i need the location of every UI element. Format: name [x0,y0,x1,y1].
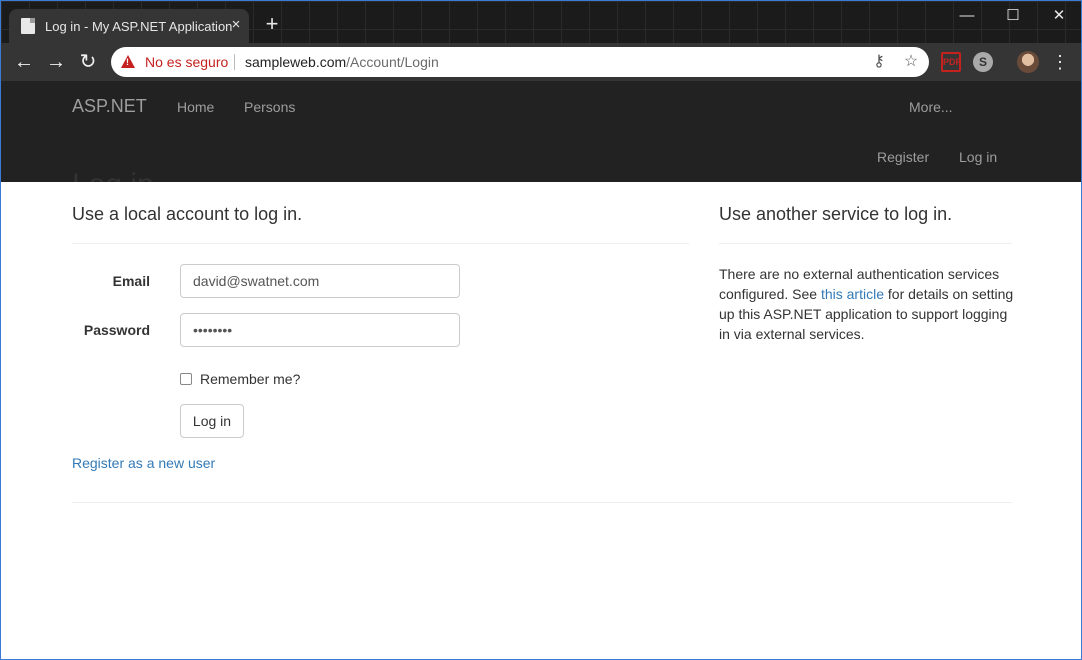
browser-window: Log in - My ASP.NET Application × + — ☐ … [0,0,1082,660]
divider [72,243,689,244]
tab-close-icon[interactable]: × [227,16,245,34]
email-label: Email [112,273,150,289]
profile-avatar[interactable] [1017,51,1039,73]
not-secure-label[interactable]: No es seguro [145,54,228,70]
new-tab-button[interactable]: + [261,13,283,35]
local-login-heading: Use a local account to log in. [72,204,303,224]
divider [234,54,235,70]
nav-more[interactable]: More... [909,99,953,115]
external-login-text: There are no external authentication ser… [719,264,1015,344]
page-title: Log in. [72,168,162,182]
register-link[interactable]: Register as a new user [72,455,215,471]
email-field[interactable]: david@swatnet.com [180,264,460,298]
url-path: /Account/Login [346,54,439,70]
browser-toolbar: ← → ↻ No es seguro sampleweb.com/Account… [1,43,1081,81]
password-field[interactable]: •••••••• [180,313,460,347]
nav-persons[interactable]: Persons [244,99,295,115]
url-host: sampleweb.com [245,54,347,70]
key-icon[interactable]: ⚷ [869,52,889,72]
reload-button[interactable]: ↻ [75,49,101,75]
tab-title: Log in - My ASP.NET Application [45,19,233,34]
url-text[interactable]: sampleweb.com/Account/Login [245,54,439,70]
close-window-button[interactable]: ✕ [1036,5,1081,27]
nav-register[interactable]: Register [877,149,929,165]
footer-divider [72,502,1012,503]
browser-menu-icon[interactable]: ⋮ [1051,50,1069,74]
warning-icon[interactable] [121,55,135,68]
login-button[interactable]: Log in [180,404,244,438]
page-icon [21,18,35,34]
maximize-button[interactable]: ☐ [990,5,1036,27]
brand-link[interactable]: ASP.NET [72,96,147,117]
forward-button[interactable]: → [43,49,69,75]
this-article-link[interactable]: this article [821,286,884,302]
bookmark-star-icon[interactable]: ☆ [901,52,921,72]
divider [719,243,1012,244]
remember-me-checkbox[interactable] [180,373,192,385]
skype-extension-icon[interactable]: S [973,52,993,72]
site-navbar: ASP.NET Home Persons More... Register Lo… [1,81,1081,182]
minimize-button[interactable]: — [944,5,990,27]
browser-tab[interactable]: Log in - My ASP.NET Application × [9,9,249,43]
tab-strip: Log in - My ASP.NET Application × + — ☐ … [1,1,1081,43]
back-button[interactable]: ← [11,49,37,75]
nav-home[interactable]: Home [177,99,214,115]
address-bar[interactable]: No es seguro sampleweb.com/Account/Login… [111,47,929,77]
password-label: Password [83,322,150,338]
external-login-heading: Use another service to log in. [719,204,953,224]
main-content: Log in. Use a local account to log in. E… [1,168,1081,659]
nav-login[interactable]: Log in [959,149,997,165]
remember-me-label[interactable]: Remember me? [200,371,300,387]
pdf-extension-icon[interactable]: PDF [941,52,961,72]
